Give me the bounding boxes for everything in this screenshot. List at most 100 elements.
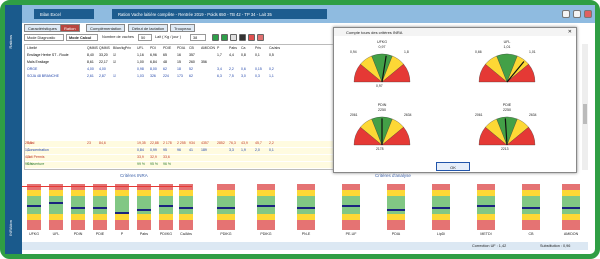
gauge-high: 1,01 <box>529 50 536 54</box>
column-header: AMIDON <box>201 46 215 50</box>
bar-marker <box>27 205 41 207</box>
bar-label: PDIKG <box>260 232 272 236</box>
column-header: Prix <box>125 46 132 50</box>
table-cell: 2,61 <box>87 74 94 78</box>
criterion-bar[interactable]: AMIDON <box>562 184 580 236</box>
table-cell: 19,35 <box>137 141 146 145</box>
bar-zone <box>27 220 41 230</box>
vertical-scrollbar[interactable] <box>582 44 588 170</box>
table-cell: 0,5 <box>269 53 274 57</box>
table-cell: 99 % <box>25 162 33 166</box>
bar-label: CB <box>528 232 534 236</box>
bar-label: PDIA <box>391 232 401 236</box>
column-header: PDI <box>150 46 156 50</box>
table-row[interactable]: Ensilage Herbe ST - Roule 8,40 33,20 ☑ 1,16 6… <box>25 53 335 59</box>
criterion-bar[interactable]: Pabs <box>137 184 151 236</box>
criterion-bar[interactable]: CB <box>522 184 540 236</box>
table-row[interactable]: Couverture 99 % 95 % 96 % 99 % <box>25 162 335 168</box>
table-cell: 173 <box>177 74 183 78</box>
criterion-bar[interactable]: LipDi <box>432 184 450 236</box>
bar-marker <box>562 207 580 209</box>
gauge-label: PDIE <box>502 103 512 107</box>
nb-vaches-input[interactable]: 50 <box>138 34 152 41</box>
criterion-bar[interactable]: UFKG <box>27 184 41 236</box>
bar-zone <box>432 220 450 230</box>
criterion-bar[interactable]: PDIKG <box>257 184 275 236</box>
save-icon[interactable] <box>239 34 246 41</box>
table-cell: 26,5 <box>25 141 32 145</box>
column-header: P <box>217 46 220 50</box>
window-label[interactable]: Bilan Excel <box>34 9 94 19</box>
close-icon[interactable] <box>584 10 592 18</box>
table-row[interactable]: Maïs Ensilage 8,61 22,17 ☑ 1,00 6,84 48 15 260 35… <box>25 60 335 66</box>
bar-zone <box>137 196 151 214</box>
tab-4[interactable]: Troupeau <box>170 24 195 32</box>
section-criteres-analyse: Critères d'analyse <box>375 173 411 178</box>
criterion-bar[interactable]: Ca/Abs <box>179 184 193 236</box>
criterion-bar[interactable]: PDIKG <box>217 184 235 236</box>
minimize-icon[interactable] <box>562 10 570 18</box>
tab-1[interactable]: Ration <box>60 24 80 32</box>
table-cell: 934 <box>189 141 195 145</box>
table-cell: 23 <box>87 141 91 145</box>
bar-label: PE-UF <box>345 232 357 236</box>
criterion-bar[interactable]: METDI <box>477 184 495 236</box>
criterion-bar[interactable]: PDI/KG <box>159 184 173 236</box>
bar-marker <box>159 205 173 207</box>
criterion-bar[interactable]: PDIN <box>71 184 85 236</box>
table-cell: 18 <box>177 67 181 71</box>
cancel-icon[interactable] <box>257 34 264 41</box>
maximize-icon[interactable] <box>573 10 581 18</box>
ok-button[interactable]: OK <box>436 162 470 171</box>
table-cell: 1,00 <box>137 60 144 64</box>
table-cell: 0,6 <box>241 67 246 71</box>
plus-icon[interactable] <box>221 34 228 41</box>
tab-2[interactable]: Complémentation <box>86 24 126 32</box>
mode-diagnostic-field[interactable]: Mode Diagnostic <box>24 34 64 41</box>
bar-zone <box>71 220 85 230</box>
sidebar-label[interactable]: Rations <box>8 35 13 49</box>
table-row[interactable]: Total 23 84,6 19,35 22,88 2 178 2 255 934 4357 28… <box>25 141 335 147</box>
table-cell: 96 % <box>163 162 171 166</box>
scroll-thumb[interactable] <box>583 104 587 124</box>
bar-marker <box>297 207 315 209</box>
lait-input[interactable]: 38 <box>190 34 206 41</box>
bar-marker <box>49 202 63 204</box>
criterion-bar[interactable]: PN-E <box>297 184 315 236</box>
criterion-bar[interactable]: UFL <box>49 184 63 236</box>
copy-icon[interactable] <box>230 34 237 41</box>
table-cell: 1,9 <box>241 148 246 152</box>
add-icon[interactable] <box>212 34 219 41</box>
bar-zone <box>257 220 275 230</box>
bar-zone <box>115 220 129 230</box>
dialog-close-icon[interactable]: ✕ <box>568 29 572 35</box>
bar-zone <box>179 220 193 230</box>
tab-3[interactable]: Début de lactation <box>128 24 169 32</box>
criterion-bar[interactable]: PE-UF <box>342 184 360 236</box>
table-cell: 96 <box>177 148 181 152</box>
criterion-bar[interactable]: PDIA <box>387 184 405 236</box>
gauges-dialog: Compte tours des critères INRA ✕ UFKG 0,9… <box>333 27 577 173</box>
table-cell: 43,9 <box>241 141 248 145</box>
table-cell: ☑ <box>113 53 117 57</box>
table-cell: 0,3 <box>255 74 260 78</box>
table-row[interactable]: Concentration 0,84 0,99 95 96 41 189 3,3 1,9 2,0 0… <box>25 148 335 154</box>
tab-0[interactable]: Caractéristiques <box>24 24 61 32</box>
bar-marker <box>432 207 450 209</box>
column-header: CB <box>189 46 194 50</box>
table-cell: 62 <box>163 67 167 71</box>
gauge-current: 2178 <box>376 147 384 151</box>
gauge-dial <box>478 53 536 83</box>
table-row[interactable]: SOJA 48 BRANCHE 2,61 2,87 ☑ 1,03 326 224 173 62 6… <box>25 74 335 80</box>
delete-icon[interactable] <box>248 34 255 41</box>
mode-calcul-field[interactable]: Mode Calcul <box>66 34 98 41</box>
criterion-bar[interactable]: PDIE <box>93 184 107 236</box>
bar-marker <box>93 207 107 209</box>
table-cell: 2,2 <box>269 141 274 145</box>
table-row[interactable]: ORGE 4,00 4,00 0,98 8,00 62 18 52 3,4 2,2 0,6 0,15 0… <box>25 67 335 73</box>
table-cell: 45,7 <box>255 141 262 145</box>
table-row[interactable]: Lait Permis 33,9 32,9 33,6 4,5 <box>25 155 335 161</box>
table-cell: 0,1 <box>255 53 260 57</box>
window-title: Ration Vache laitière complète - Rentrée… <box>112 9 327 19</box>
criterion-bar[interactable]: P <box>115 184 129 236</box>
